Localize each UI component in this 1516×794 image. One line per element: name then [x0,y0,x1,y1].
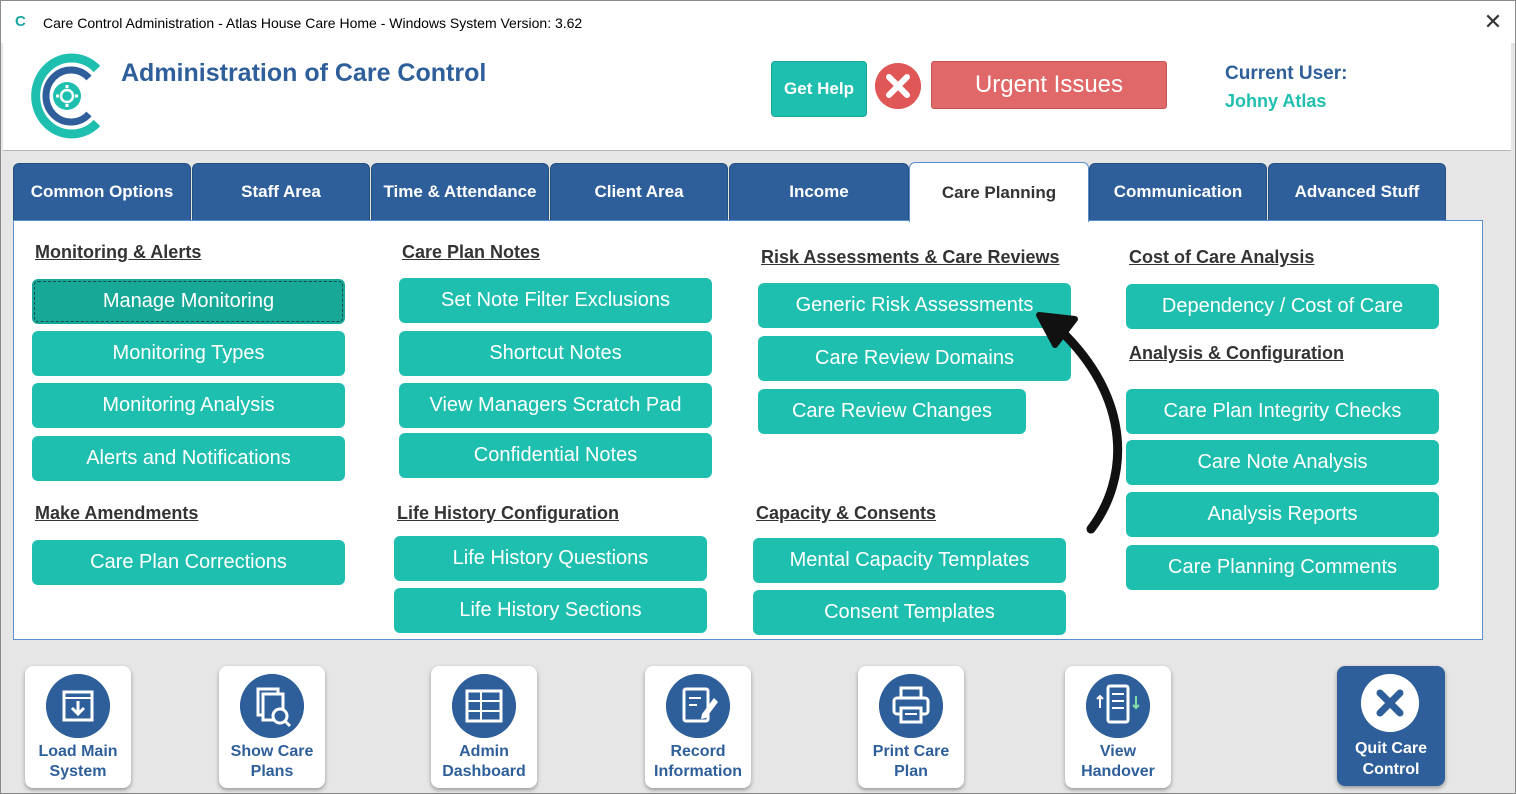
section-capacity-consents: Capacity & Consents [756,503,937,523]
handover-list-icon [1086,674,1150,738]
manage-monitoring-button[interactable]: Manage Monitoring [32,279,345,324]
admin-label-1: Admin [459,743,509,760]
quit-label-2: Control [1362,761,1420,778]
care-plan-integrity-checks-button[interactable]: Care Plan Integrity Checks [1126,389,1439,434]
tab-staff-area[interactable]: Staff Area [192,163,370,221]
show-care-plans-button[interactable]: Show Care Plans [219,666,325,788]
app-window: C Care Control Administration - Atlas Ho… [0,0,1516,794]
load-main-system-button[interactable]: Load Main System [25,666,131,788]
record-label-2: Information [654,763,742,780]
care-note-analysis-button[interactable]: Care Note Analysis [1126,440,1439,485]
app-logo-icon: C [15,13,26,30]
section-care-plan-notes: Care Plan Notes [402,242,541,262]
get-help-button[interactable]: Get Help [771,61,867,117]
alerts-notifications-button[interactable]: Alerts and Notifications [32,436,345,481]
view-handover-button[interactable]: View Handover [1065,666,1171,788]
urgent-issues-button[interactable]: Urgent Issues [931,61,1167,109]
title-bar: C Care Control Administration - Atlas Ho… [1,1,1515,43]
care-review-changes-button[interactable]: Care Review Changes [758,389,1026,434]
section-cost-of-care-analysis: Cost of Care Analysis [1129,247,1315,267]
print-care-plan-button[interactable]: Print Care Plan [858,666,964,788]
header: Administration of Care Control Get Help … [3,43,1511,151]
tab-common-options[interactable]: Common Options [13,163,191,221]
printer-icon [879,674,943,738]
current-user-label: Current User: [1225,63,1348,84]
window-title: Care Control Administration - Atlas Hous… [43,15,583,31]
tab-time-attendance[interactable]: Time & Attendance [371,163,549,221]
monitoring-analysis-button[interactable]: Monitoring Analysis [32,383,345,428]
dependency-cost-of-care-button[interactable]: Dependency / Cost of Care [1126,284,1439,329]
care-review-domains-button[interactable]: Care Review Domains [758,336,1071,381]
current-user-name: Johny Atlas [1225,91,1327,111]
section-risk-assessments-care-reviews: Risk Assessments & Care Reviews [761,247,1060,267]
record-information-button[interactable]: Record Information [645,666,751,788]
admin-dashboard-button[interactable]: Admin Dashboard [431,666,537,788]
load-main-label-1: Load Main [38,743,118,760]
care-plan-corrections-button[interactable]: Care Plan Corrections [32,540,345,585]
print-label-2: Plan [894,763,928,780]
section-analysis-configuration: Analysis & Configuration [1129,343,1345,363]
window-close-button[interactable]: ✕ [1479,9,1507,35]
show-care-label-1: Show Care [230,743,314,760]
tab-income[interactable]: Income [729,163,909,221]
mental-capacity-templates-button[interactable]: Mental Capacity Templates [753,538,1066,583]
care-control-logo-icon [31,53,101,139]
load-main-label-2: System [49,763,107,780]
page-title: Administration of Care Control [121,59,487,87]
consent-templates-button[interactable]: Consent Templates [753,590,1066,635]
handover-label-1: View [1099,743,1137,760]
shortcut-notes-button[interactable]: Shortcut Notes [399,331,712,376]
tab-client-area[interactable]: Client Area [550,163,728,221]
section-life-history-configuration: Life History Configuration [397,503,619,523]
section-monitoring-alerts: Monitoring & Alerts [35,242,202,262]
close-circle-icon [1361,674,1419,732]
load-system-icon [46,674,110,738]
confidential-notes-button[interactable]: Confidential Notes [399,433,712,478]
monitoring-types-button[interactable]: Monitoring Types [32,331,345,376]
show-care-label-2: Plans [250,763,294,780]
quit-care-control-button[interactable]: Quit Care Control [1337,666,1445,786]
section-make-amendments: Make Amendments [35,503,199,523]
tab-advanced-stuff[interactable]: Advanced Stuff [1268,163,1446,221]
view-managers-scratch-pad-button[interactable]: View Managers Scratch Pad [399,383,712,428]
care-planning-comments-button[interactable]: Care Planning Comments [1126,545,1439,590]
edit-document-icon [666,674,730,738]
generic-risk-assessments-button[interactable]: Generic Risk Assessments [758,283,1071,328]
print-label-1: Print Care [872,743,950,760]
life-history-questions-button[interactable]: Life History Questions [394,536,707,581]
urgent-close-icon[interactable] [875,63,921,109]
set-note-filter-exclusions-button[interactable]: Set Note Filter Exclusions [399,278,712,323]
search-document-icon [240,674,304,738]
analysis-reports-button[interactable]: Analysis Reports [1126,492,1439,537]
dashboard-grid-icon [452,674,516,738]
quit-label-1: Quit Care [1354,740,1427,757]
tab-care-planning[interactable]: Care Planning [909,162,1089,222]
admin-label-2: Dashboard [442,763,526,780]
life-history-sections-button[interactable]: Life History Sections [394,588,707,633]
record-label-1: Record [670,743,726,760]
handover-label-2: Handover [1081,763,1155,780]
tab-communication[interactable]: Communication [1089,163,1267,221]
